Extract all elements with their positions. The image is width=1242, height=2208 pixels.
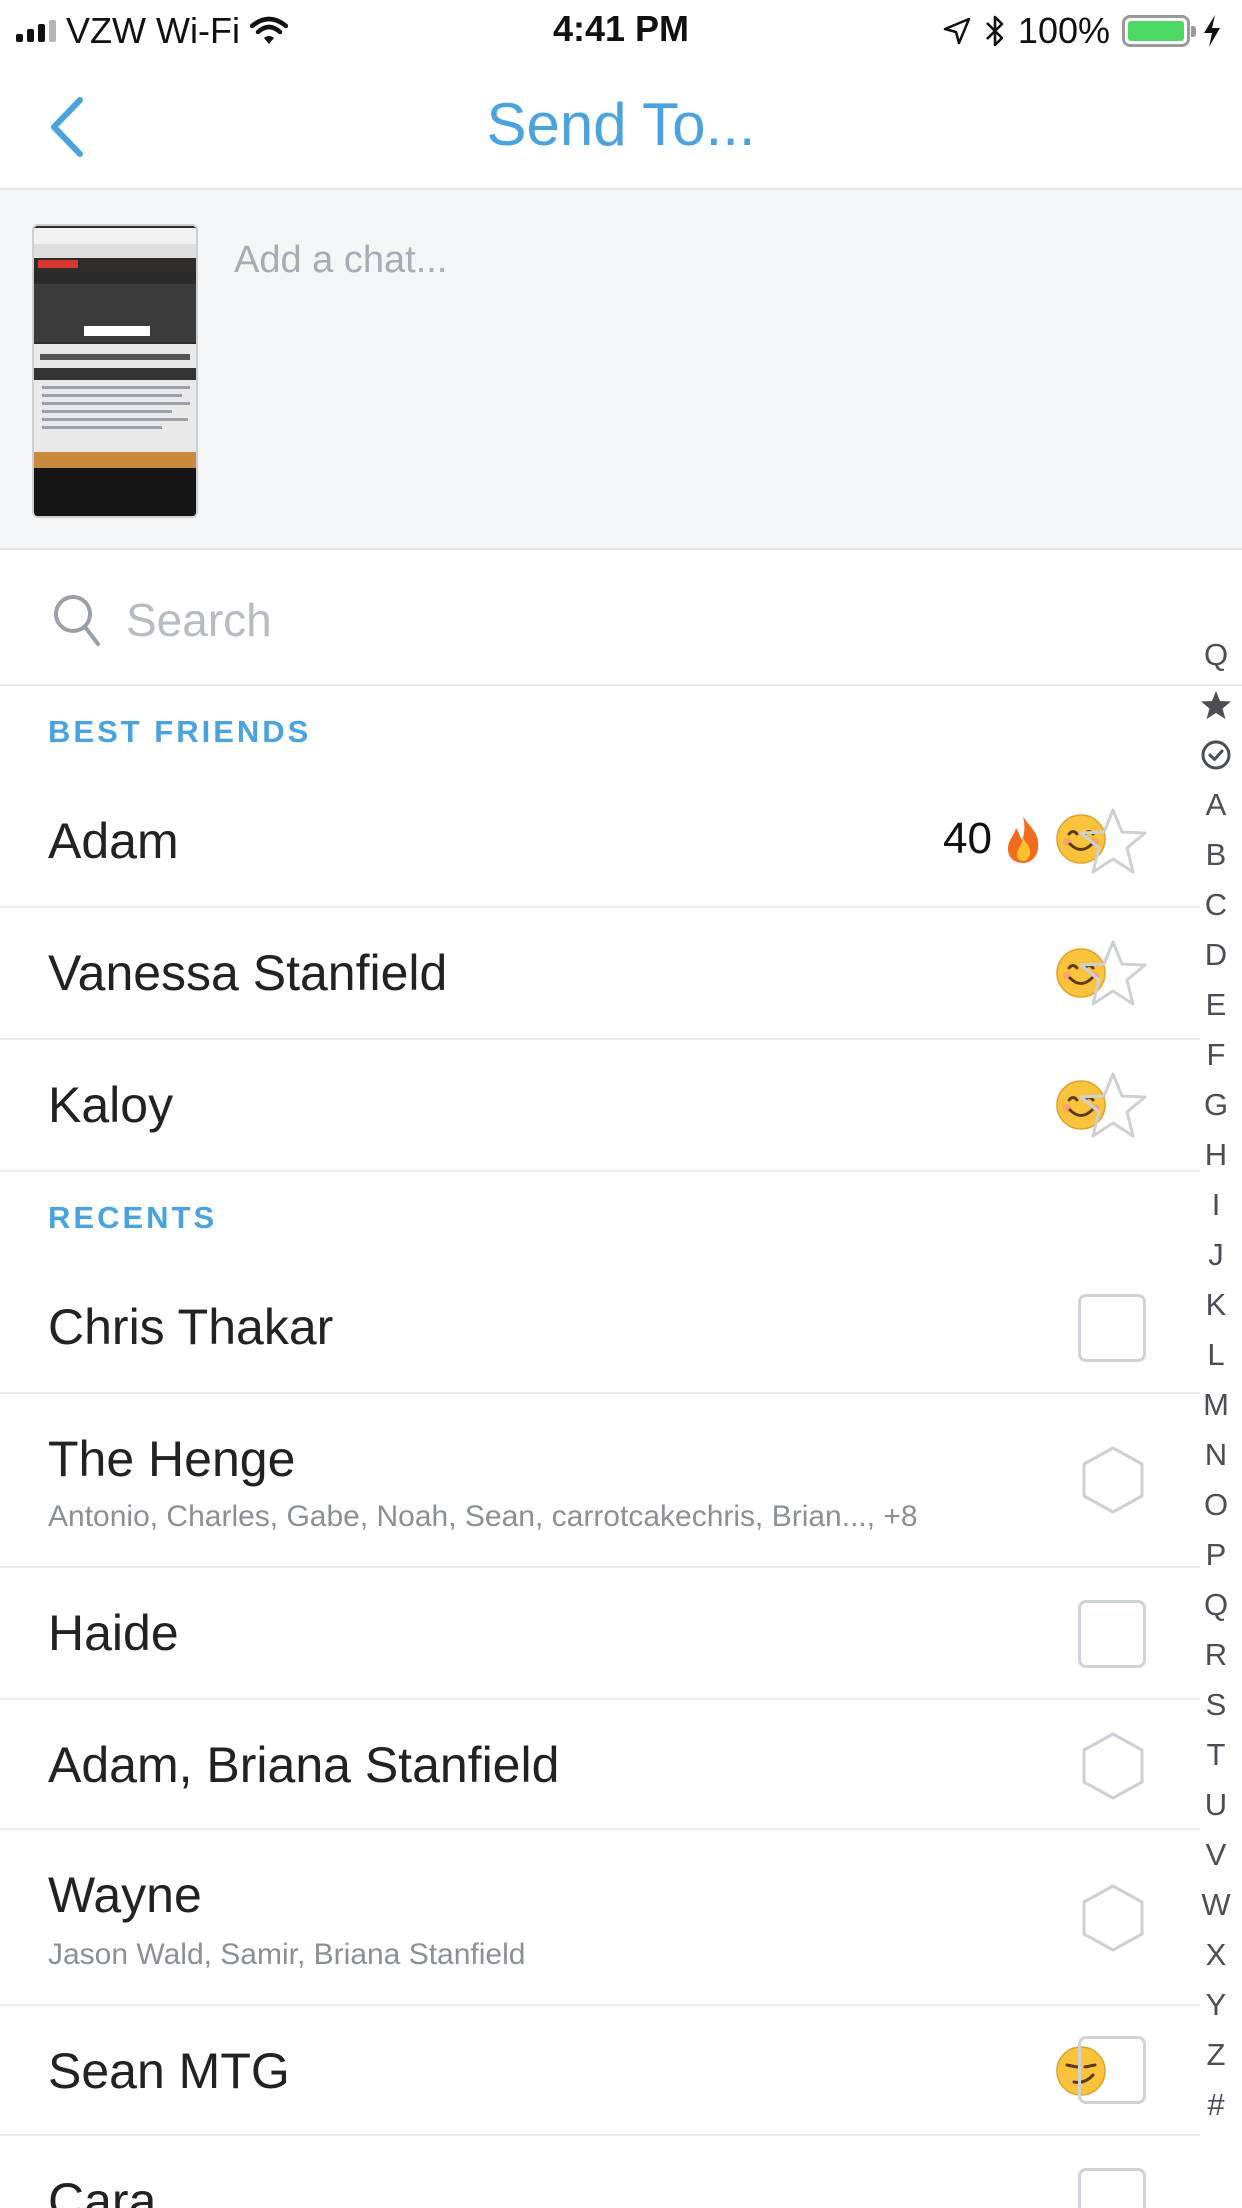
friend-name: Adam (48, 813, 179, 869)
index-letter[interactable]: Z (1190, 2030, 1242, 2080)
search-bar[interactable] (0, 552, 1242, 686)
friend-name: Kaloy (48, 1077, 174, 1133)
index-star-icon[interactable] (1200, 689, 1232, 721)
index-letter[interactable]: # (1190, 2080, 1242, 2130)
index-letter[interactable]: F (1190, 1030, 1242, 1080)
charging-icon (1204, 15, 1220, 47)
index-letter[interactable]: N (1190, 1430, 1242, 1480)
index-letter[interactable]: D (1190, 930, 1242, 980)
index-letter[interactable]: G (1190, 1080, 1242, 1130)
streak-count: 40 (943, 814, 992, 863)
index-letter[interactable]: H (1190, 1130, 1242, 1180)
index-letter[interactable]: E (1190, 980, 1242, 1030)
friend-name: Chris Thakar (48, 1299, 334, 1355)
group-name: The Henge (48, 1431, 296, 1487)
status-bar: VZW Wi-Fi 4:41 PM 100% (0, 0, 1242, 62)
group-select-hexagon-icon[interactable] (1078, 1882, 1148, 1954)
snap-preview-image (34, 226, 196, 516)
page-title: Send To... (486, 91, 756, 158)
navigation-header: Send To... (0, 62, 1242, 190)
star-icon[interactable] (1078, 806, 1148, 878)
group-members: Jason Wald, Samir, Briana Stanfield (48, 1938, 526, 1971)
star-icon[interactable] (1078, 1070, 1148, 1142)
index-letter[interactable]: S (1190, 1680, 1242, 1730)
best-friends-header: BEST FRIENDS (48, 714, 312, 749)
index-check-circle-icon[interactable] (1200, 739, 1232, 771)
select-checkbox[interactable] (1078, 1294, 1146, 1362)
list-item-sean-mtg[interactable]: Sean MTG (0, 2006, 1200, 2136)
friend-name: Haide (48, 1605, 179, 1661)
chat-compose-area (0, 190, 1242, 550)
status-right: 100% (942, 8, 1222, 54)
chat-input[interactable] (234, 230, 1194, 290)
alphabet-index[interactable]: Q A B C D E F G H I J K L M N O P Q R S … (1190, 630, 1242, 2130)
star-icon[interactable] (1078, 938, 1148, 1010)
group-select-hexagon-icon[interactable] (1078, 1444, 1148, 1516)
group-members: Antonio, Charles, Gabe, Noah, Sean, carr… (48, 1500, 918, 1533)
search-input[interactable] (126, 586, 1126, 654)
index-letter[interactable]: R (1190, 1630, 1242, 1680)
index-letter[interactable]: X (1190, 1930, 1242, 1980)
battery-icon (1122, 15, 1196, 47)
index-letter[interactable]: M (1190, 1380, 1242, 1430)
index-letter[interactable]: O (1190, 1480, 1242, 1530)
list-item-wayne[interactable]: Wayne Jason Wald, Samir, Briana Stanfiel… (0, 1830, 1200, 2006)
list-item-chris-thakar[interactable]: Chris Thakar (0, 1262, 1200, 1394)
index-letter[interactable]: B (1190, 830, 1242, 880)
index-letter[interactable]: A (1190, 780, 1242, 830)
index-letter[interactable]: J (1190, 1230, 1242, 1280)
list-item-cara[interactable]: Cara (0, 2136, 1200, 2208)
list-item-adam-briana-stanfield[interactable]: Adam, Briana Stanfield (0, 1700, 1200, 1830)
index-letter[interactable]: K (1190, 1280, 1242, 1330)
list-item-adam[interactable]: Adam 40 (0, 776, 1200, 908)
battery-percent: 100% (1017, 10, 1110, 51)
index-letter[interactable]: V (1190, 1830, 1242, 1880)
list-item-vanessa-stanfield[interactable]: Vanessa Stanfield (0, 908, 1200, 1040)
select-checkbox[interactable] (1078, 2036, 1146, 2104)
index-letter[interactable]: C (1190, 880, 1242, 930)
index-letter[interactable]: Q (1190, 1580, 1242, 1630)
index-letter[interactable]: L (1190, 1330, 1242, 1380)
group-select-hexagon-icon[interactable] (1078, 1730, 1148, 1802)
group-name: Adam, Briana Stanfield (48, 1737, 560, 1793)
snap-thumbnail[interactable] (32, 224, 198, 518)
index-letter[interactable]: P (1190, 1530, 1242, 1580)
index-letter[interactable]: W (1190, 1880, 1242, 1930)
select-checkbox[interactable] (1078, 2168, 1146, 2208)
index-letter[interactable]: Y (1190, 1980, 1242, 2030)
select-checkbox[interactable] (1078, 1600, 1146, 1668)
fire-emoji-icon (1007, 816, 1039, 863)
index-search[interactable]: Q (1190, 630, 1242, 680)
bluetooth-icon (986, 15, 1004, 47)
index-letter[interactable]: I (1190, 1180, 1242, 1230)
search-icon (54, 595, 100, 646)
recents-header: RECENTS (48, 1200, 218, 1235)
index-letter[interactable]: U (1190, 1780, 1242, 1830)
index-letter[interactable]: T (1190, 1730, 1242, 1780)
list-item-the-henge[interactable]: The Henge Antonio, Charles, Gabe, Noah, … (0, 1394, 1200, 1568)
group-name: Wayne (48, 1867, 202, 1923)
location-icon (943, 17, 971, 45)
list-item-haide[interactable]: Haide (0, 1568, 1200, 1700)
friend-name: Vanessa Stanfield (48, 945, 448, 1001)
list-item-kaloy[interactable]: Kaloy (0, 1040, 1200, 1172)
friend-name: Cara (48, 2173, 157, 2208)
friend-name: Sean MTG (48, 2043, 290, 2099)
